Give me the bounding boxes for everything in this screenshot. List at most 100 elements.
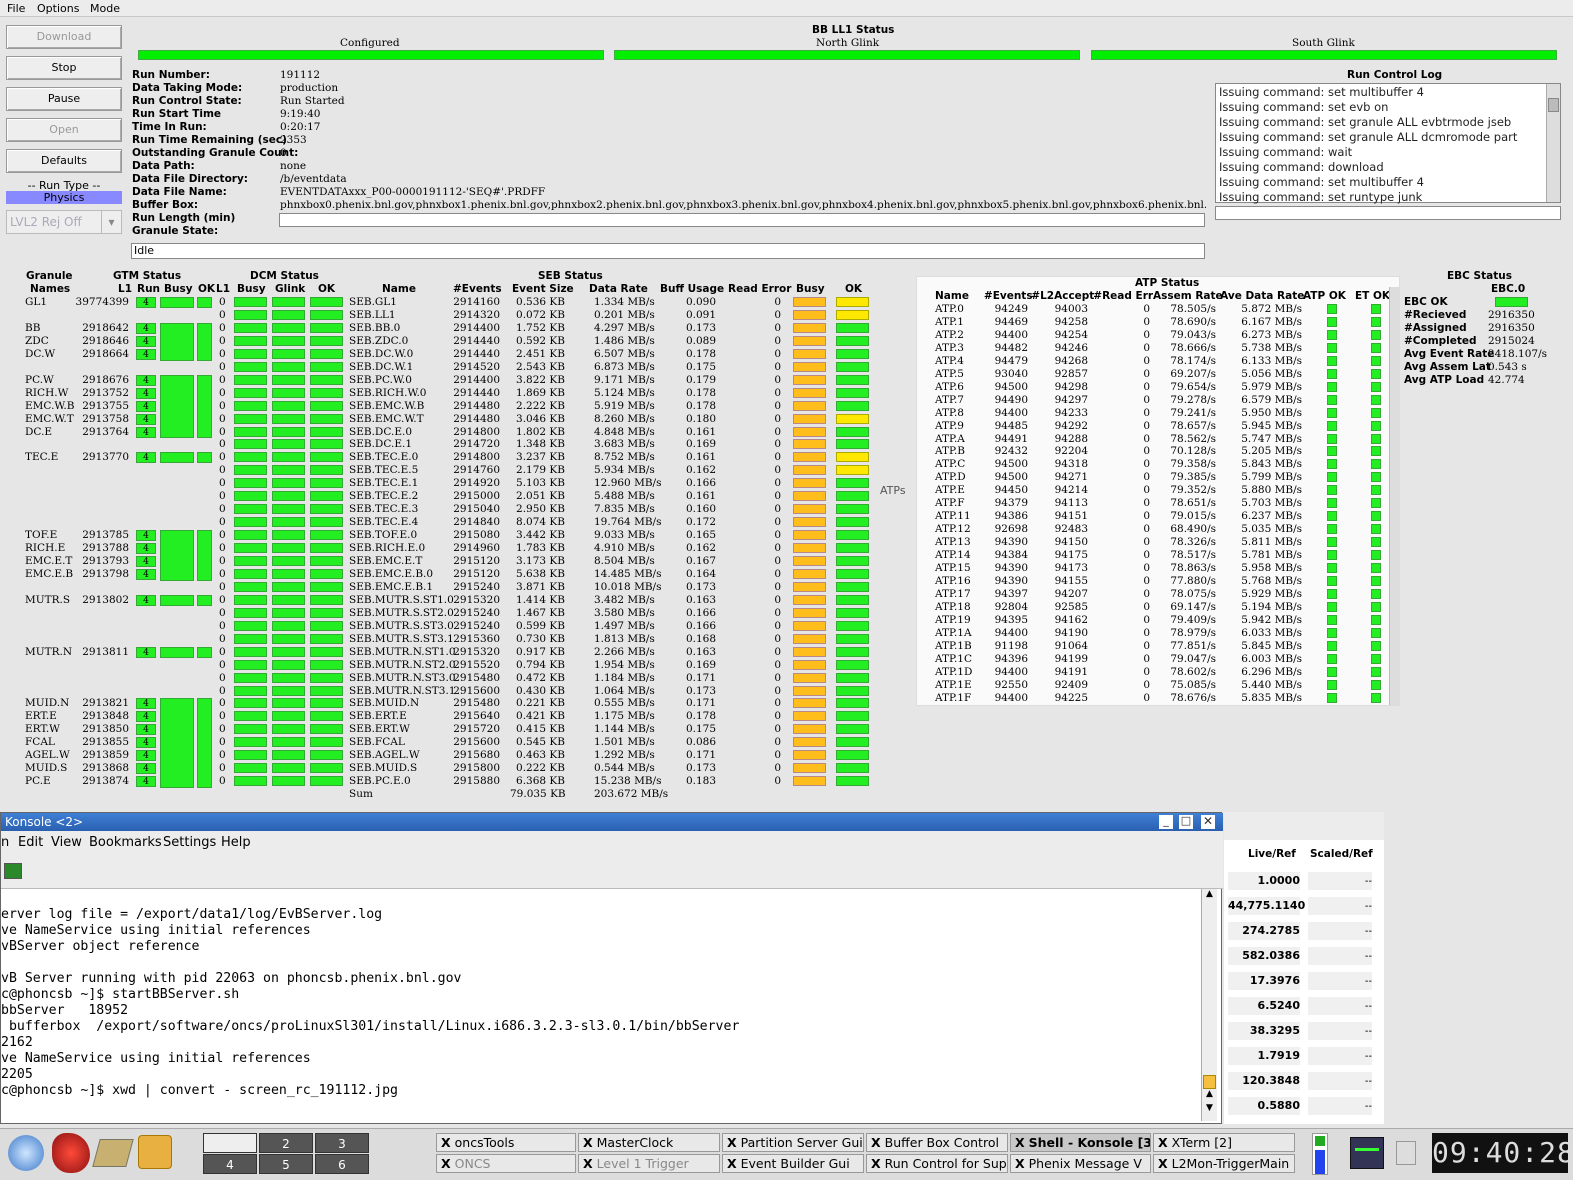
seb-cell: 0 (774, 775, 781, 788)
download-button[interactable]: Download (6, 25, 122, 49)
dcm-glink-indicator (272, 763, 305, 774)
menu-mode[interactable]: Mode (90, 2, 120, 15)
seb-ok-indicator (836, 309, 869, 320)
atp-header: ATP OK (1303, 290, 1346, 302)
konsole-menu-bookmarks[interactable]: Bookmarks (89, 835, 162, 850)
taskbar-button[interactable]: X XTerm [2] (1153, 1133, 1295, 1152)
kde-menu-icon[interactable] (8, 1135, 44, 1171)
terminal-output[interactable]: erver log file = /export/data1/log/EvBSe… (1, 889, 1199, 1121)
header-readerr: Read Error (728, 283, 792, 295)
open-button[interactable]: Open (6, 118, 122, 142)
seb-cell: 8.260 MB/s (594, 412, 655, 425)
atp-cell: 94384 (994, 549, 1028, 562)
seb-ok-indicator (836, 750, 869, 761)
minimize-icon[interactable]: _ (1159, 815, 1173, 829)
atp-cell: 94500 (994, 458, 1028, 471)
desktop-4[interactable]: 4 (203, 1154, 257, 1174)
taskbar-button[interactable]: X Event Builder Gui (722, 1154, 864, 1173)
seb-cell: 2914400 (453, 321, 500, 334)
dcm-ok-indicator (310, 374, 343, 385)
atp-cell: ATP.8 (935, 406, 964, 419)
log-command-input[interactable] (1215, 206, 1561, 220)
scroll-up-icon[interactable]: ▲ (1203, 889, 1216, 903)
granule-l1-count: 2913798 (82, 567, 129, 580)
taskbar-button[interactable]: X Buffer Box Control (866, 1133, 1008, 1152)
log-scrollbar[interactable] (1546, 84, 1560, 202)
atp-cell: 0 (1143, 536, 1150, 549)
run-type-list[interactable]: Physics (6, 191, 122, 204)
taskbar-button-label: MasterClock (596, 1135, 674, 1150)
close-icon[interactable]: ✕ (1201, 815, 1215, 829)
konsole-titlebar[interactable]: Konsole <2> _ □ ✕ (1, 813, 1223, 831)
dcm-busy-indicator (234, 322, 267, 333)
desktop-3[interactable]: 3 (315, 1133, 369, 1153)
atp-cell: ATP.1 (935, 315, 964, 328)
seb-cell: 0 (774, 632, 781, 645)
seb-ok-indicator (836, 361, 869, 372)
atp-cell: 94162 (1054, 613, 1088, 626)
dcm-busy-indicator (234, 633, 267, 644)
konsole-menu-view[interactable]: View (51, 835, 82, 850)
taskbar-button[interactable]: X Run Control for Supe (866, 1154, 1008, 1173)
terminal-scrollbar[interactable]: ▲ ▲ ▼ (1201, 889, 1217, 1121)
et-ok-indicator (1371, 588, 1381, 599)
lvl2-select[interactable]: LVL2 Rej Off ▾ (6, 210, 122, 234)
seb-cell: 0.201 MB/s (594, 308, 655, 321)
clipboard-icon[interactable] (1396, 1141, 1416, 1165)
file-manager-icon[interactable] (92, 1139, 134, 1167)
taskbar-button[interactable]: X MasterClock (578, 1133, 720, 1152)
atp-cell: 5.205 MB/s (1241, 445, 1302, 458)
run-control-log[interactable]: Issuing command: set multibuffer 4 Issuin… (1215, 83, 1561, 204)
et-ok-indicator (1371, 614, 1381, 625)
konsole-menu-settings[interactable]: Settings (163, 835, 216, 850)
menu-file[interactable]: File (7, 2, 25, 15)
seb-sum-size: 79.035 KB (510, 788, 566, 801)
konsole-menu-help[interactable]: Help (221, 835, 251, 850)
taskbar-button[interactable]: X Phenix Message V (1010, 1154, 1151, 1173)
browser-icon[interactable] (138, 1135, 172, 1169)
seb-cell: 14.485 MB/s (594, 567, 662, 580)
taskbar-button[interactable]: X ONCS (436, 1154, 576, 1173)
atp-cell: 5.872 MB/s (1241, 303, 1302, 315)
konsole-menu-session[interactable]: n (1, 835, 9, 850)
system-monitor-icon[interactable] (1350, 1137, 1384, 1169)
redhat-icon[interactable] (52, 1133, 90, 1173)
taskbar-button[interactable]: X Level 1 Trigger (578, 1154, 720, 1173)
dcm-l1: 0 (219, 321, 226, 334)
atp-cell: 94246 (1054, 341, 1088, 354)
defaults-button[interactable]: Defaults (6, 149, 122, 173)
atp-ok-indicator (1327, 433, 1337, 444)
dcm-ok-indicator (310, 439, 343, 450)
new-session-icon[interactable] (4, 863, 22, 879)
x-window-icon: X (871, 1135, 881, 1150)
desktop-1[interactable] (203, 1133, 257, 1153)
scroll-up-icon[interactable]: ▲ (1203, 1089, 1216, 1103)
gtm-ok-group (197, 530, 212, 581)
maximize-icon[interactable]: □ (1179, 815, 1193, 829)
scroll-down-icon[interactable]: ▼ (1203, 1103, 1216, 1117)
dcm-l1: 0 (219, 529, 226, 542)
desktop-6[interactable]: 6 (315, 1154, 369, 1174)
konsole-menu-edit[interactable]: Edit (18, 835, 43, 850)
seb-cell: 0 (774, 736, 781, 749)
taskbar-button[interactable]: X Partition Server Gui (722, 1133, 864, 1152)
seb-busy-indicator (793, 387, 826, 398)
menu-options[interactable]: Options (37, 2, 79, 15)
pause-button[interactable]: Pause (6, 87, 122, 111)
taskbar-button[interactable]: X Shell - Konsole [3] (1010, 1133, 1151, 1152)
ebc-title: EBC Status (1447, 270, 1512, 282)
seb-cell: SEB.EMC.E.B.1 (349, 580, 434, 593)
desktop-2[interactable]: 2 (259, 1133, 313, 1153)
taskbar-button[interactable]: XoncsTools (436, 1133, 576, 1152)
scroll-thumb[interactable] (1203, 1075, 1216, 1089)
seb-cell: SEB.TEC.E.5 (349, 464, 419, 477)
run-length-field[interactable] (279, 213, 1205, 227)
stop-button[interactable]: Stop (6, 56, 122, 80)
dcm-busy-indicator (234, 646, 267, 657)
atp-scrollbar[interactable] (1389, 287, 1399, 705)
atp-cell: 5.929 MB/s (1241, 587, 1302, 600)
atp-cell: 78.863/s (1170, 562, 1216, 574)
seb-ok-indicator (836, 672, 869, 683)
taskbar-button[interactable]: X L2Mon-TriggerMain (1153, 1154, 1295, 1173)
desktop-5[interactable]: 5 (259, 1154, 313, 1174)
